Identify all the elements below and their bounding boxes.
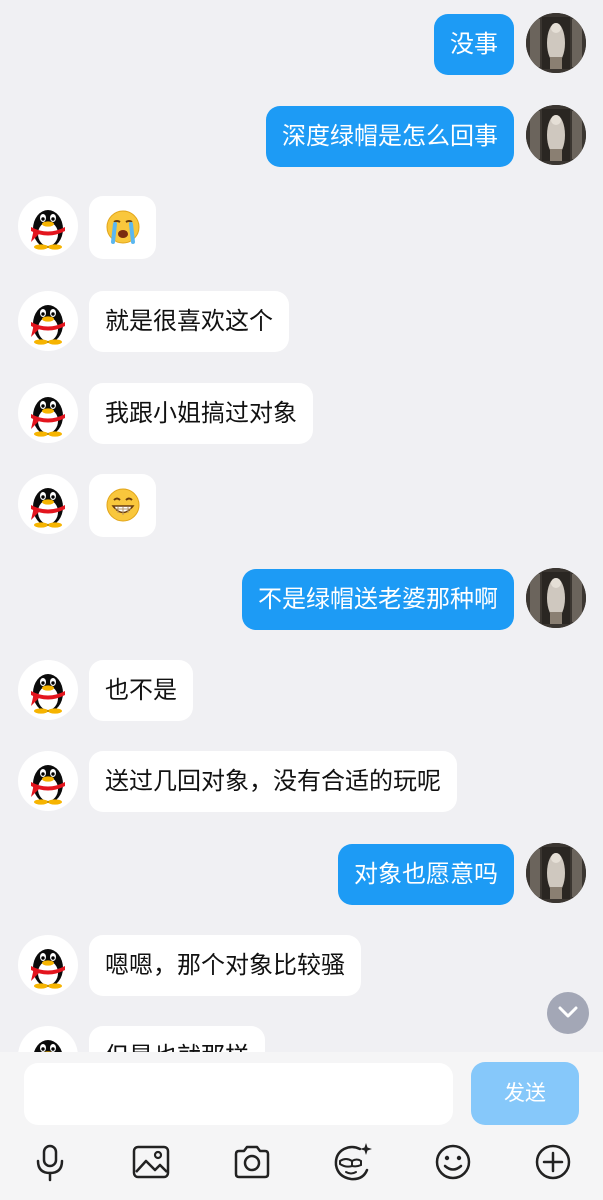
- camera-button[interactable]: [230, 1140, 274, 1184]
- peer-avatar[interactable]: [18, 383, 78, 443]
- emoji-icon: [435, 1144, 471, 1180]
- peer-avatar[interactable]: [18, 660, 78, 720]
- message-bubble[interactable]: 但是也就那样: [89, 1026, 265, 1052]
- message-bubble[interactable]: 深度绿帽是怎么回事: [266, 106, 514, 167]
- emoji-button[interactable]: [431, 1140, 475, 1184]
- image-button[interactable]: [129, 1140, 173, 1184]
- message-bubble[interactable]: 也不是: [89, 660, 193, 721]
- message-bubble[interactable]: 对象也愿意吗: [338, 844, 514, 905]
- peer-avatar[interactable]: [18, 1026, 78, 1052]
- microphone-button[interactable]: [28, 1140, 72, 1184]
- chevron-down-icon: [558, 1006, 578, 1018]
- message-list[interactable]: 没事 深度绿帽是怎么回事 就是很喜欢这个 我跟小姐搞过对象 不是绿帽送老婆那种啊…: [0, 0, 603, 1052]
- peer-avatar[interactable]: [18, 935, 78, 995]
- my-avatar[interactable]: [526, 13, 586, 73]
- my-avatar[interactable]: [526, 843, 586, 903]
- sticker-button[interactable]: [330, 1140, 374, 1184]
- message-input[interactable]: [24, 1063, 453, 1125]
- peer-avatar[interactable]: [18, 751, 78, 811]
- grinning-face-icon: [106, 488, 140, 522]
- my-avatar[interactable]: [526, 105, 586, 165]
- message-bubble[interactable]: 没事: [434, 14, 514, 75]
- more-button[interactable]: [531, 1140, 575, 1184]
- peer-avatar[interactable]: [18, 196, 78, 256]
- scroll-to-bottom-button[interactable]: [547, 992, 589, 1034]
- emoji-message-bubble[interactable]: [89, 474, 156, 537]
- plus-icon: [535, 1144, 571, 1180]
- my-avatar[interactable]: [526, 568, 586, 628]
- microphone-icon: [36, 1144, 64, 1182]
- emoji-message-bubble[interactable]: [89, 196, 156, 259]
- send-button[interactable]: 发送: [471, 1062, 579, 1125]
- peer-avatar[interactable]: [18, 291, 78, 351]
- crying-face-icon: [106, 210, 140, 244]
- message-bubble[interactable]: 送过几回对象，没有合适的玩呢: [89, 751, 457, 812]
- message-bubble[interactable]: 不是绿帽送老婆那种啊: [242, 569, 514, 630]
- peer-avatar[interactable]: [18, 474, 78, 534]
- camera-icon: [234, 1145, 270, 1179]
- message-bubble[interactable]: 嗯嗯，那个对象比较骚: [89, 935, 361, 996]
- message-bubble[interactable]: 就是很喜欢这个: [89, 291, 289, 352]
- composer-bar: 发送: [0, 1052, 603, 1200]
- message-bubble[interactable]: 我跟小姐搞过对象: [89, 383, 313, 444]
- sticker-icon: [334, 1143, 372, 1181]
- image-icon: [132, 1145, 170, 1179]
